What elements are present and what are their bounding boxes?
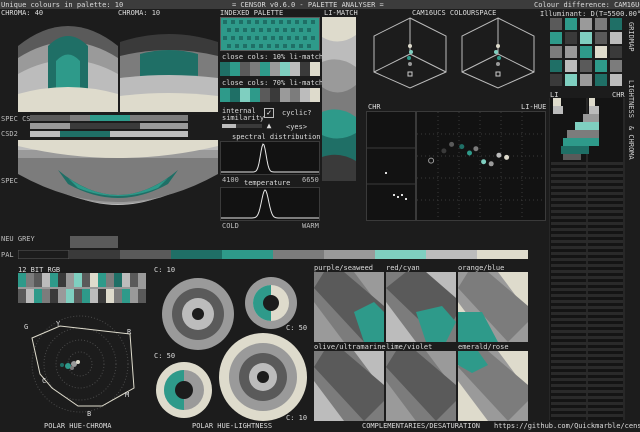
comp-tile-0	[314, 272, 384, 342]
cyclic-label: cyclic?	[282, 109, 312, 117]
neu-grey-label: NEU GREY	[1, 235, 35, 243]
colour-difference-label: Colour difference: CAM16UCS	[534, 1, 640, 9]
warning-triangle-icon: ▲	[266, 121, 272, 130]
li-hue-point	[441, 148, 447, 154]
chroma-40-blobmap	[18, 16, 118, 112]
temperature-plot	[220, 187, 320, 221]
c50a-label: C: 50	[286, 324, 308, 332]
hue-letter-y: Y	[56, 320, 61, 328]
cam16ucs-colourspace	[368, 16, 548, 90]
complementaries-label: COMPLEMENTARIES/DESATURATION	[362, 422, 481, 430]
li-match-panel	[322, 17, 356, 181]
csd-stripes	[30, 115, 188, 139]
c10a-label: C: 10	[154, 266, 176, 274]
li-hue-point	[428, 157, 435, 164]
close-cols-10-label: close cols: 10% li-match	[222, 53, 324, 61]
spectral-distribution-plot	[220, 141, 320, 175]
close-cols-70-swatches	[220, 88, 320, 102]
indexed-palette-label: INDEXED PALETTE	[220, 9, 284, 17]
donut-c50-bottom	[154, 360, 214, 420]
palette-bar	[18, 250, 528, 259]
chr-plot-label: CHR	[368, 103, 381, 111]
comp-tile-4	[386, 351, 456, 421]
chroma-10-blobmap	[120, 16, 218, 112]
side-gridmap-label: GRIDMAP	[627, 22, 635, 52]
twelve-bit-rgb-strip	[18, 273, 146, 303]
internal-similarity-label: internal similarity	[222, 107, 265, 122]
hue-letter-r: R	[127, 328, 132, 336]
comp-tile-3	[314, 351, 384, 421]
comp-tile-2	[458, 272, 528, 342]
spectral-distribution-label: spectral distribution	[232, 133, 321, 141]
spectral-max-label: 6650	[302, 176, 319, 184]
github-link[interactable]: https://github.com/Quickmarble/censor	[494, 422, 640, 430]
comp-label-2: orange/blue	[458, 264, 505, 272]
polar-hue-chroma-label: POLAR HUE-CHROMA	[44, 422, 112, 430]
warm-label: WARM	[302, 222, 319, 230]
lightness-chroma-bars	[549, 98, 625, 420]
comp-label-1: red/cyan	[386, 264, 420, 272]
side-lightness-label: LIGHTNESS	[627, 80, 635, 118]
comp-label-0: purple/seaweed	[314, 264, 374, 272]
li-hue-point	[459, 144, 465, 150]
li-hue-point	[467, 150, 472, 156]
c50b-label: C: 50	[154, 352, 176, 360]
spec-sdd-label: SPEC SDD	[1, 177, 35, 185]
li-hue-point	[449, 141, 455, 147]
close-cols-70-label: close cols: 70% li-match	[222, 79, 324, 87]
li-hue-label: LI-HUE	[521, 103, 547, 111]
comp-tile-5	[458, 351, 528, 421]
side-chroma-label: & CHROMA	[627, 126, 635, 160]
close-cols-10-swatches	[220, 62, 320, 76]
pal-label: PAL	[1, 251, 14, 259]
spec-csd2-label: CSD2	[1, 130, 18, 138]
hue-letter-m: M	[125, 391, 130, 399]
li-hue-point	[473, 146, 479, 152]
comp-label-5: emerald/rose	[458, 343, 509, 351]
donut-c50-top	[244, 276, 298, 330]
li-hue-point	[481, 159, 487, 165]
chroma-strip-plot	[366, 111, 416, 221]
cyclic-value: <yes>	[286, 123, 308, 131]
cold-label: COLD	[222, 222, 239, 230]
donut-c10-large	[218, 332, 308, 422]
hue-letter-b: B	[87, 410, 92, 418]
temperature-label: temperature	[244, 179, 291, 187]
li-match-label: LI-MATCH	[324, 9, 358, 17]
spectral-min-label: 4100	[222, 176, 239, 184]
similarity-fill	[222, 124, 236, 128]
gridmap	[549, 17, 625, 87]
cyclic-checkbox[interactable]: ✓	[264, 108, 274, 118]
polar-hue-chroma-plot	[18, 310, 146, 422]
hue-letter-g: G	[24, 323, 29, 331]
comp-tile-1	[386, 272, 456, 342]
indexed-palette-grid	[220, 17, 320, 51]
li-hue-point	[488, 161, 494, 167]
neutral-grey-swatch	[70, 236, 118, 248]
app-title: = CENSOR v0.6.0 - PALETTE ANALYSER =	[232, 1, 384, 9]
sdd-blobmap	[18, 140, 218, 230]
similarity-track	[222, 124, 262, 128]
li-hue-point	[504, 154, 510, 160]
comp-label-4: lime/violet	[386, 343, 433, 351]
comp-label-3: olive/ultramarine	[314, 343, 386, 351]
unique-colours-label: Unique colours in palette: 10	[1, 1, 124, 9]
li-hue-plot	[416, 111, 546, 221]
spec-csd1-label: SPEC CSD1	[1, 115, 39, 123]
c10b-label: C: 10	[286, 414, 308, 422]
li-hue-point	[496, 152, 502, 158]
hue-letter-c: C	[42, 377, 47, 385]
polar-hue-lightness-label: POLAR HUE-LIGHTNESS	[192, 422, 273, 430]
